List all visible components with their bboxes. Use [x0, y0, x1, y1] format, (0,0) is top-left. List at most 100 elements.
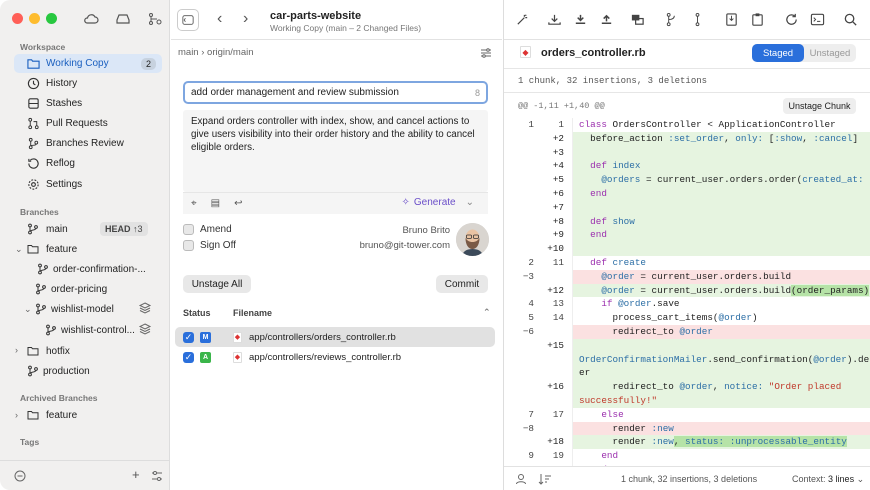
workspace-heading: Workspace	[20, 42, 66, 52]
filename-column-header[interactable]: Filename	[233, 308, 272, 318]
clock-icon	[27, 77, 40, 90]
branch-label: production	[43, 365, 90, 377]
branch-toolbar-icon[interactable]	[661, 9, 681, 29]
drive-icon[interactable]	[114, 10, 132, 28]
branch-wishlist-control[interactable]: wishlist-control...	[45, 321, 135, 339]
author-name: Bruno Brito	[402, 225, 450, 236]
chevron-down-icon[interactable]: ⌄	[24, 304, 32, 315]
stage-checkbox[interactable]: ✓	[183, 351, 194, 363]
unstage-all-button[interactable]: Unstage All	[183, 275, 251, 293]
branch-icon	[38, 263, 48, 275]
branch-folder-feature[interactable]: feature	[27, 240, 77, 258]
pull-icon[interactable]	[570, 9, 590, 29]
signoff-checkbox[interactable]: Sign Off	[183, 240, 236, 251]
avatar[interactable]	[456, 223, 489, 256]
commit-panel: ‹ › car-parts-website Working Copy (main…	[171, 0, 502, 490]
document-icon[interactable]: ▤	[211, 198, 220, 209]
cloud-icon[interactable]	[82, 10, 100, 28]
folder-icon	[27, 347, 39, 356]
add-icon[interactable]: +	[132, 467, 140, 482]
sidebar-item-stashes[interactable]: Stashes	[14, 94, 162, 113]
branch-label: feature	[46, 243, 78, 255]
push-icon[interactable]	[596, 9, 616, 29]
sort-icon[interactable]	[536, 470, 554, 488]
chevron-up-icon[interactable]: ⌃	[483, 307, 491, 318]
branch-order-pricing[interactable]: order-pricing	[35, 280, 107, 298]
branches-settings-icon[interactable]	[146, 10, 164, 28]
magic-wand-icon[interactable]	[512, 9, 532, 29]
pin-icon[interactable]: ⌖	[191, 198, 197, 209]
sidebar-item-label: Working Copy	[46, 58, 109, 69]
fetch-icon[interactable]	[544, 9, 564, 29]
toggle-sidebar-button[interactable]	[177, 9, 199, 31]
branch-icon	[36, 283, 46, 295]
diff-line: 9 19 end	[504, 449, 870, 463]
chevron-down-icon[interactable]: ⌄	[15, 244, 23, 255]
sidebar-item-history[interactable]: History	[14, 74, 162, 93]
unstage-chunk-button[interactable]: Unstage Chunk	[783, 98, 856, 114]
sidebar-footer: +	[0, 460, 170, 490]
generate-button[interactable]: ✧ Generate ⌄	[402, 197, 474, 208]
sidebar-item-label: Branches Review	[46, 138, 124, 149]
sidebar-item-reflog[interactable]: Reflog	[14, 154, 162, 173]
changes-count-badge: 2	[140, 57, 156, 70]
staged-toggle: Staged Unstaged	[752, 44, 856, 62]
branch-label: feature	[46, 409, 78, 421]
staged-tab[interactable]: Staged	[752, 44, 804, 62]
close-window-button[interactable]	[12, 13, 23, 24]
person-icon[interactable]	[512, 470, 530, 488]
sidebar-item-label: Stashes	[46, 98, 83, 109]
file-path: app/controllers/reviews_controller.rb	[249, 351, 402, 363]
branch-production[interactable]: production	[27, 362, 90, 380]
zoom-window-button[interactable]	[46, 13, 57, 24]
unstaged-tab[interactable]: Unstaged	[804, 44, 856, 62]
forward-icon[interactable]: ›	[243, 10, 248, 28]
minimize-window-button[interactable]	[29, 13, 40, 24]
commit-description-input[interactable]: Expand orders controller with index, sho…	[183, 110, 488, 192]
chevron-right-icon[interactable]: ›	[15, 345, 18, 355]
chevron-right-icon[interactable]: ›	[15, 410, 18, 420]
diff-line: +5 @orders = current_user.orders.order(c…	[504, 173, 870, 187]
merge-icon[interactable]	[687, 9, 707, 29]
table-row[interactable]: ✓ M ◆ app/controllers/orders_controller.…	[175, 327, 495, 347]
status-column-header[interactable]: Status	[183, 308, 211, 318]
generate-label: Generate	[413, 197, 456, 208]
stack-icon	[138, 322, 152, 336]
main-toolbar	[504, 0, 870, 40]
breadcrumb[interactable]: main › origin/main	[178, 47, 254, 58]
clipboard-icon[interactable]	[747, 9, 767, 29]
table-row[interactable]: ✓ A ◆ app/controllers/reviews_controller…	[175, 347, 495, 367]
commit-subject-input[interactable]: add order management and review submissi…	[183, 81, 488, 104]
stash-toolbar-icon[interactable]	[627, 9, 647, 29]
stage-checkbox[interactable]: ✓	[183, 331, 194, 343]
branch-icon	[28, 223, 38, 235]
branch-main[interactable]: main	[27, 220, 68, 238]
refresh-icon[interactable]	[781, 9, 801, 29]
diff-line: +12 @order = current_user.orders.build(o…	[547, 283, 870, 298]
sidebar-item-pull-requests[interactable]: Pull Requests	[14, 114, 162, 133]
branch-folder-hotfix[interactable]: hotfix	[27, 342, 70, 360]
sidebar-item-settings[interactable]: Settings	[14, 175, 162, 194]
branch-label: main	[46, 223, 68, 235]
diff-line: −3 @order = current_user.orders.build	[504, 269, 870, 284]
back-icon[interactable]: ‹	[217, 10, 222, 28]
sliders-icon[interactable]	[148, 467, 166, 485]
sidebar-item-branches-review[interactable]: Branches Review	[14, 134, 162, 153]
diff-line: successfully!"	[504, 393, 870, 408]
archived-branches-heading: Archived Branches	[20, 393, 98, 403]
branch-order-confirmation[interactable]: order-confirmation-...	[37, 260, 146, 278]
search-icon[interactable]	[840, 9, 860, 29]
context-control[interactable]: Context: 3 lines ⌄	[792, 474, 864, 485]
terminal-icon[interactable]	[807, 9, 827, 29]
save-file-icon[interactable]	[721, 9, 741, 29]
sidebar-item-working-copy[interactable]: Working Copy 2	[14, 54, 162, 73]
branches-review-icon	[28, 137, 39, 150]
filter-icon[interactable]	[11, 467, 29, 485]
branch-wishlist-model[interactable]: wishlist-model	[35, 300, 114, 318]
amend-checkbox[interactable]: Amend	[183, 224, 232, 235]
commit-button[interactable]: Commit	[436, 275, 488, 293]
reply-icon[interactable]: ↩	[234, 198, 242, 209]
branch-icon	[36, 303, 46, 315]
branch-settings-icon[interactable]	[477, 44, 495, 62]
archived-folder-feature[interactable]: feature	[27, 406, 77, 424]
